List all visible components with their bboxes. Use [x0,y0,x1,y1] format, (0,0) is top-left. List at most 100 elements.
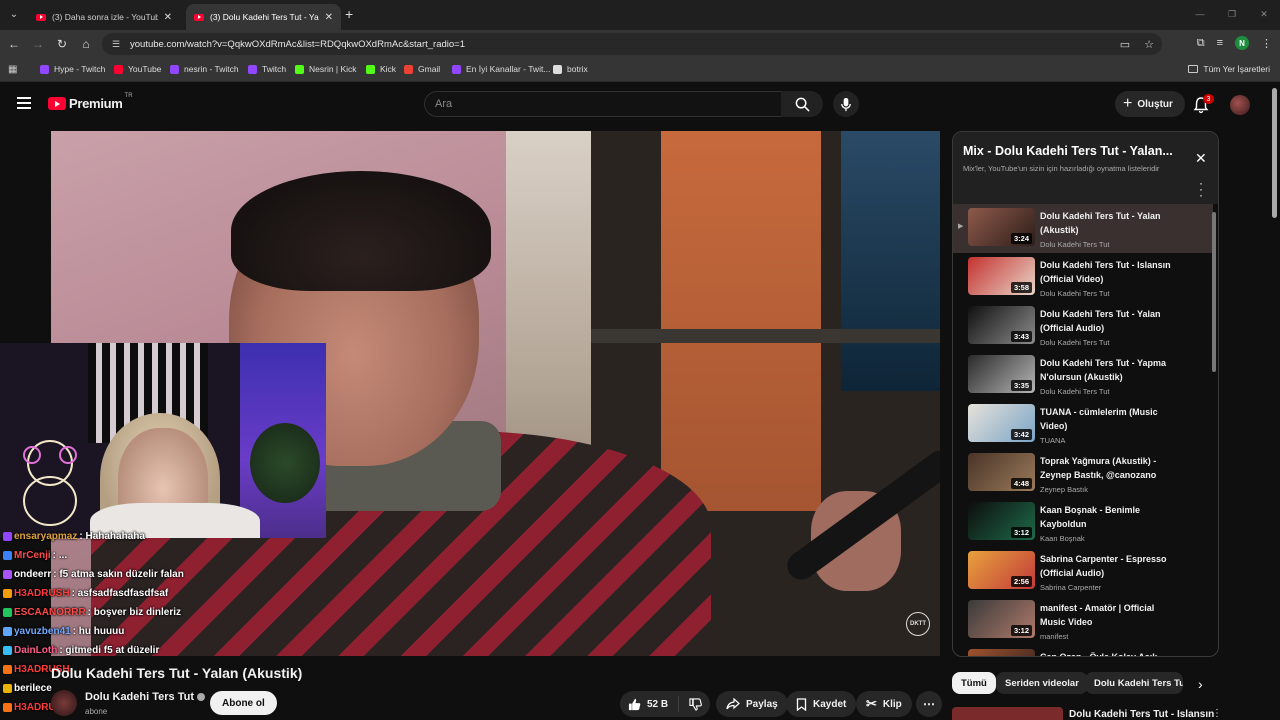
bookmark-item[interactable]: nesrin - Twitch [170,64,239,74]
playlist-item-title[interactable]: Sabrina Carpenter - Espresso (Official A… [1040,552,1180,580]
url-text[interactable]: youtube.com/watch?v=QqkwOXdRmAc&list=RDQ… [130,39,465,50]
bookmark-favicon-icon [295,64,304,74]
up-next-menu-icon[interactable]: ⋮ [1212,708,1222,719]
playlist-thumbnail[interactable]: 3:24 [968,208,1035,246]
playlist-item[interactable]: 3:43 Dolu Kadehi Ters Tut - Yalan (Offici… [953,302,1213,351]
playlist-item[interactable]: Can Ozan - Öyle Kolay Aşık [953,645,1213,656]
restore-icon[interactable]: ❐ [1216,0,1248,28]
bookmark-item[interactable]: YouTube [114,64,161,74]
bookmark-item[interactable]: En İyi Kanallar - Twit... [452,64,550,74]
youtube-play-logo-icon [48,97,66,110]
clip-button[interactable]: ✂ Klip [856,691,912,717]
more-actions-icon[interactable]: ⋯ [916,691,942,717]
bookmark-label: nesrin - Twitch [184,64,239,74]
playlist-thumbnail[interactable]: 3:42 [968,404,1035,442]
playlist-item-channel: Dolu Kadehi Ters Tut [1040,338,1110,347]
tab-watch-later[interactable]: (3) Daha sonra izle - YouTube ✕ [28,4,180,30]
video-duration: 3:35 [1010,380,1032,391]
playlist-thumbnail[interactable] [968,649,1035,656]
home-icon[interactable]: ⌂ [78,36,94,52]
playlist-item-title[interactable]: Kaan Boşnak - Benimle Kayboldun [1040,503,1180,531]
tab-current-video[interactable]: (3) Dolu Kadehi Ters Tut - Yalan ✕ [186,4,341,30]
playlist-thumbnail[interactable]: 3:12 [968,502,1035,540]
all-bookmarks[interactable]: Tüm Yer İşaretleri [1188,64,1270,74]
close-window-icon[interactable]: ✕ [1248,0,1280,28]
create-button[interactable]: + Oluştur [1115,91,1185,117]
filter-chip[interactable]: Tümü [952,672,996,694]
media-icon[interactable]: ≡ [1217,37,1223,49]
browser-menu-icon[interactable]: ⋮ [1261,37,1272,50]
playlist-item[interactable]: ▶ 3:24 Dolu Kadehi Ters Tut - Yalan (Akust… [953,204,1213,253]
chat-badge-icon [3,703,12,712]
bookmark-item[interactable]: botrix [553,64,588,74]
playlist-item[interactable]: 4:48 Toprak Yağmura (Akustik) - Zeynep Ba… [953,449,1213,498]
playlist-title[interactable]: Mix - Dolu Kadehi Ters Tut - Yalan... [963,144,1178,158]
filter-chip[interactable]: Seriden videolar [996,672,1088,694]
extensions-icon[interactable]: ⧉ [1197,37,1205,50]
guide-menu-icon[interactable] [17,97,31,109]
playlist-item-title[interactable]: Toprak Yağmura (Akustik) - Zeynep Bastık… [1040,454,1180,482]
back-icon[interactable]: ← [6,36,22,52]
address-bar[interactable]: ☰ youtube.com/watch?v=QqkwOXdRmAc&list=R… [102,33,1162,55]
bookmark-star-icon[interactable]: ☆ [1144,38,1154,51]
playlist-thumbnail[interactable]: 2:56 [968,551,1035,589]
dislike-button[interactable] [679,697,702,711]
playlist-item[interactable]: 3:12 Kaan Boşnak - Benimle Kayboldun Kaan … [953,498,1213,547]
playlist-scrollbar[interactable] [1212,212,1216,372]
tab-search-button[interactable]: ⌄ [6,6,22,22]
bookmark-item[interactable]: Gmail [404,64,440,74]
playlist-item[interactable]: 3:42 TUANA - cümlelerim (Music Video) TUAN… [953,400,1213,449]
playlist-item[interactable]: 3:58 Dolu Kadehi Ters Tut - Islansın (Off… [953,253,1213,302]
playlist-item-title[interactable]: manifest - Amatör | Official Music Video [1040,601,1180,629]
playlist-item[interactable]: 2:56 Sabrina Carpenter - Espresso (Offici… [953,547,1213,596]
playlist-item-title[interactable]: Can Ozan - Öyle Kolay Aşık [1040,650,1180,656]
playlist-thumbnail[interactable]: 3:43 [968,306,1035,344]
playlist-item-title[interactable]: Dolu Kadehi Ters Tut - Islansın (Officia… [1040,258,1180,286]
playlist-item-title[interactable]: TUANA - cümlelerim (Music Video) [1040,405,1180,433]
bookmark-item[interactable]: Kick [366,64,396,74]
bookmark-item[interactable]: Hype - Twitch [40,64,105,74]
playlist-thumbnail[interactable]: 4:48 [968,453,1035,491]
playlist-item-title[interactable]: Dolu Kadehi Ters Tut - Yapma N'olursun (… [1040,356,1180,384]
playlist-item-title[interactable]: Dolu Kadehi Ters Tut - Yalan (Akustik) [1040,209,1180,237]
cast-icon[interactable]: ▭ [1120,38,1130,51]
close-tab-icon[interactable]: ✕ [164,12,172,23]
channel-name[interactable]: Dolu Kadehi Ters Tut [85,691,205,703]
playlist-item-title[interactable]: Dolu Kadehi Ters Tut - Yalan (Official A… [1040,307,1180,335]
bookmark-item[interactable]: Twitch [248,64,286,74]
search-button[interactable] [781,91,823,117]
playlist-menu-icon[interactable]: · · · [1199,177,1203,201]
profile-avatar[interactable]: N [1235,36,1249,50]
bookmark-item[interactable]: Nesrin | Kick [295,64,357,74]
tab-title: (3) Daha sonra izle - YouTube [52,12,158,22]
apps-grid-icon[interactable]: ▦ [8,64,17,75]
playlist-item[interactable]: 3:12 manifest - Amatör | Official Music V… [953,596,1213,645]
page-scrollbar[interactable] [1272,88,1277,218]
playlist-thumbnail[interactable]: 3:35 [968,355,1035,393]
channel-avatar[interactable] [51,690,77,716]
close-playlist-icon[interactable]: ✕ [1195,150,1207,167]
forward-icon[interactable]: → [30,36,46,52]
filter-chip[interactable]: Dolu Kadehi Ters Tut [1085,672,1183,694]
youtube-logo[interactable]: Premium TR [48,93,133,111]
playlist-thumbnail[interactable]: 3:58 [968,257,1035,295]
playlist-item[interactable]: 3:35 Dolu Kadehi Ters Tut - Yapma N'olurs… [953,351,1213,400]
up-next-thumbnail[interactable] [952,707,1063,720]
new-tab-icon[interactable]: + [345,6,353,22]
site-info-icon[interactable]: ☰ [112,39,122,49]
share-button[interactable]: Paylaş [716,691,788,717]
search-input[interactable]: Ara [424,91,782,117]
chevron-right-icon[interactable]: › [1198,676,1203,692]
reload-icon[interactable]: ↻ [54,36,70,52]
up-next-title[interactable]: Dolu Kadehi Ters Tut - Islansın [1069,709,1214,720]
subscribe-button[interactable]: Abone ol [210,691,277,715]
like-button[interactable]: 52 B [620,696,680,712]
minimize-icon[interactable]: — [1184,0,1216,28]
close-tab-icon[interactable]: ✕ [325,12,333,23]
voice-search-button[interactable] [833,91,859,117]
channel-watermark[interactable]: DKTT [906,612,930,636]
account-avatar[interactable] [1230,95,1250,115]
scissors-icon: ✂ [866,696,877,711]
save-button[interactable]: Kaydet [786,691,857,717]
playlist-thumbnail[interactable]: 3:12 [968,600,1035,638]
